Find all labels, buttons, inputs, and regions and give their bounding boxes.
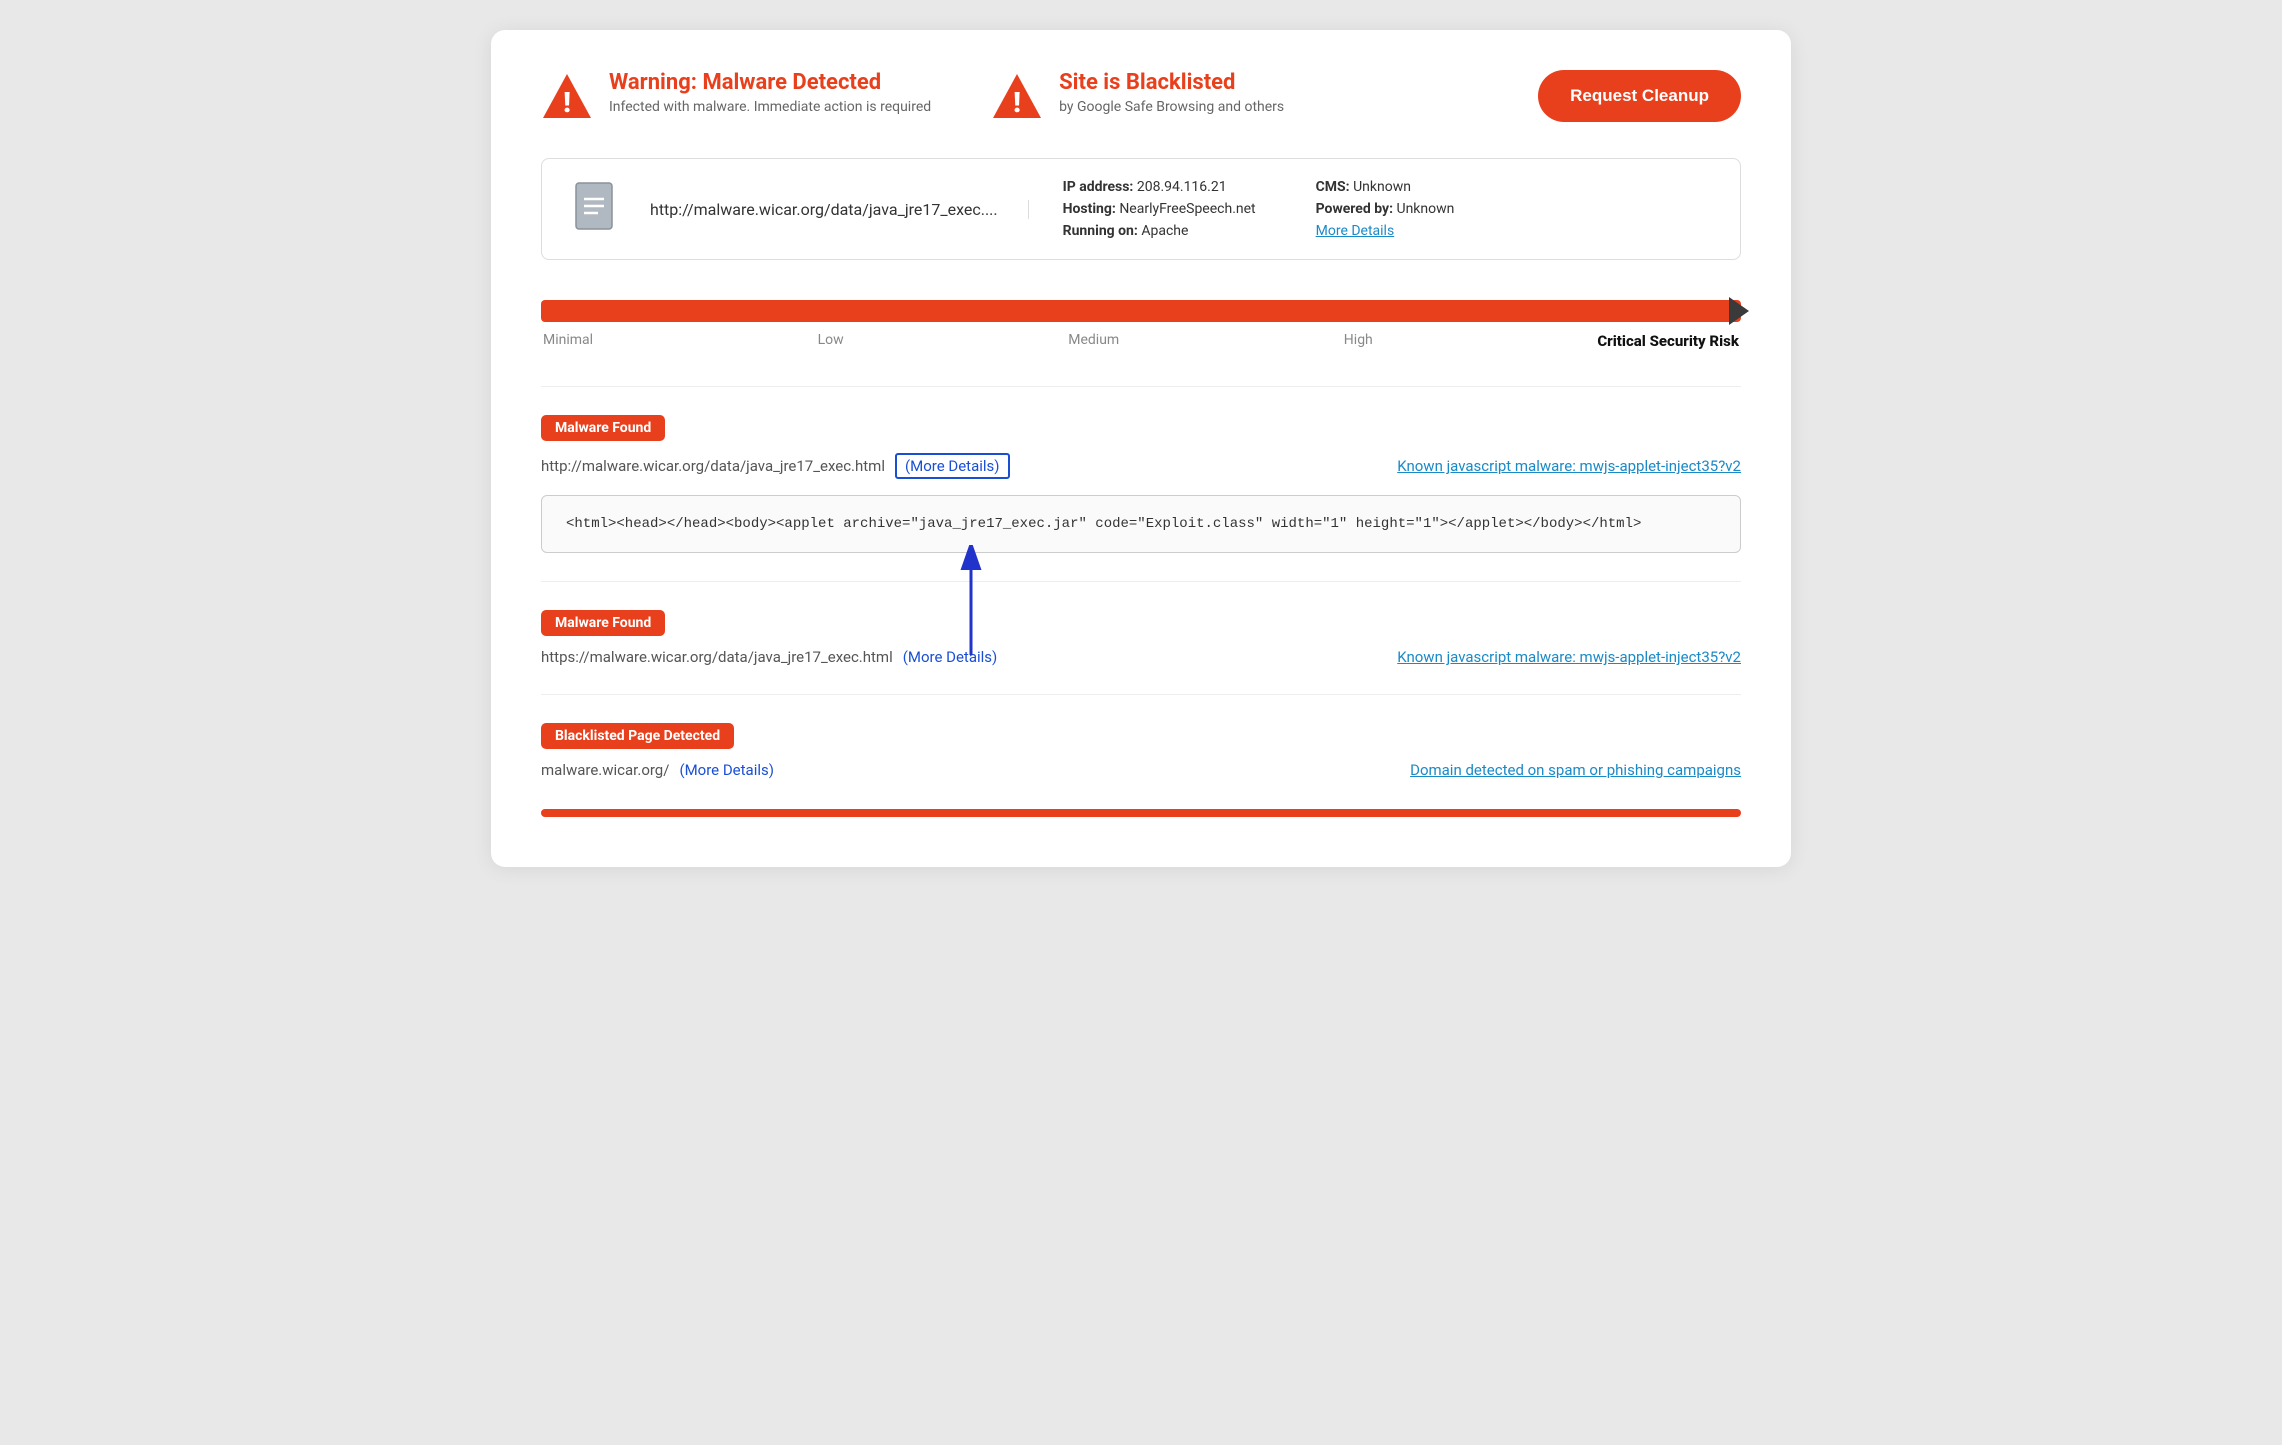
svg-text:!: ! (1013, 86, 1021, 119)
badge-malware-2: Malware Found (541, 610, 665, 636)
divider-3 (541, 694, 1741, 695)
divider-2 (541, 581, 1741, 582)
running-label: Running on: Apache (1063, 223, 1256, 239)
malware-alert-subtitle: Infected with malware. Immediate action … (609, 99, 931, 115)
badge-blacklisted: Blacklisted Page Detected (541, 723, 734, 749)
malware-alert: ! Warning: Malware Detected Infected wit… (541, 70, 931, 122)
document-icon (570, 181, 626, 237)
risk-labels: Minimal Low Medium High Critical Securit… (541, 332, 1741, 350)
site-more-details-link[interactable]: More Details (1316, 223, 1509, 239)
hosting-label: Hosting: NearlyFreeSpeech.net (1063, 201, 1256, 217)
risk-bar-arrow (1729, 297, 1749, 325)
divider-1 (541, 386, 1741, 387)
finding-malware-1: Malware Found http://malware.wicar.org/d… (541, 415, 1741, 553)
powered-label: Powered by: Unknown (1316, 201, 1509, 217)
malware-alert-title: Warning: Malware Detected (609, 70, 931, 95)
finding-row-3: malware.wicar.org/ (More Details) Domain… (541, 761, 1741, 779)
warning-triangle-icon-1: ! (541, 70, 593, 122)
warning-triangle-icon-2: ! (991, 70, 1043, 122)
finding-url-3: malware.wicar.org/ (541, 761, 669, 779)
finding-row-2: https://malware.wicar.org/data/java_jre1… (541, 648, 1741, 666)
blacklist-alert: ! Site is Blacklisted by Google Safe Bro… (991, 70, 1284, 122)
bottom-bar (541, 809, 1741, 817)
code-annotation-wrapper: <html><head></head><body><applet archive… (541, 495, 1741, 553)
badge-malware-1: Malware Found (541, 415, 665, 441)
risk-medium: Medium (1068, 332, 1119, 350)
finding-blacklisted: Blacklisted Page Detected malware.wicar.… (541, 723, 1741, 779)
finding-url-2: https://malware.wicar.org/data/java_jre1… (541, 648, 893, 666)
site-info-box: http://malware.wicar.org/data/java_jre17… (541, 158, 1741, 260)
code-box-1: <html><head></head><body><applet archive… (541, 495, 1741, 553)
svg-text:!: ! (563, 86, 571, 119)
site-url: http://malware.wicar.org/data/java_jre17… (650, 200, 1029, 219)
finding-more-details-link-3[interactable]: (More Details) (679, 761, 774, 779)
risk-minimal: Minimal (543, 332, 593, 350)
blacklist-alert-title: Site is Blacklisted (1059, 70, 1284, 95)
finding-row-1: http://malware.wicar.org/data/java_jre17… (541, 453, 1741, 479)
risk-high: High (1344, 332, 1373, 350)
finding-url-1: http://malware.wicar.org/data/java_jre17… (541, 457, 885, 475)
cms-label: CMS: Unknown (1316, 179, 1509, 195)
finding-known-link-3[interactable]: Domain detected on spam or phishing camp… (1410, 761, 1741, 779)
risk-bar-track (541, 300, 1741, 322)
risk-critical: Critical Security Risk (1597, 332, 1739, 350)
finding-malware-2: Malware Found https://malware.wicar.org/… (541, 610, 1741, 666)
finding-known-link-2[interactable]: Known javascript malware: mwjs-applet-in… (1397, 648, 1741, 666)
request-cleanup-button[interactable]: Request Cleanup (1538, 70, 1741, 122)
finding-more-details-link-1[interactable]: (More Details) (895, 453, 1010, 479)
malware-alert-text: Warning: Malware Detected Infected with … (609, 70, 931, 115)
main-card: ! Warning: Malware Detected Infected wit… (491, 30, 1791, 867)
header-row: ! Warning: Malware Detected Infected wit… (541, 70, 1741, 122)
ip-label: IP address: 208.94.116.21 (1063, 179, 1256, 195)
site-meta: IP address: 208.94.116.21 CMS: Unknown H… (1053, 179, 1509, 239)
blacklist-alert-subtitle: by Google Safe Browsing and others (1059, 99, 1284, 115)
blacklist-alert-text: Site is Blacklisted by Google Safe Brows… (1059, 70, 1284, 115)
finding-known-link-1[interactable]: Known javascript malware: mwjs-applet-in… (1397, 457, 1741, 475)
risk-low: Low (818, 332, 844, 350)
risk-bar-section: Minimal Low Medium High Critical Securit… (541, 300, 1741, 350)
finding-more-details-link-2[interactable]: (More Details) (903, 648, 998, 666)
